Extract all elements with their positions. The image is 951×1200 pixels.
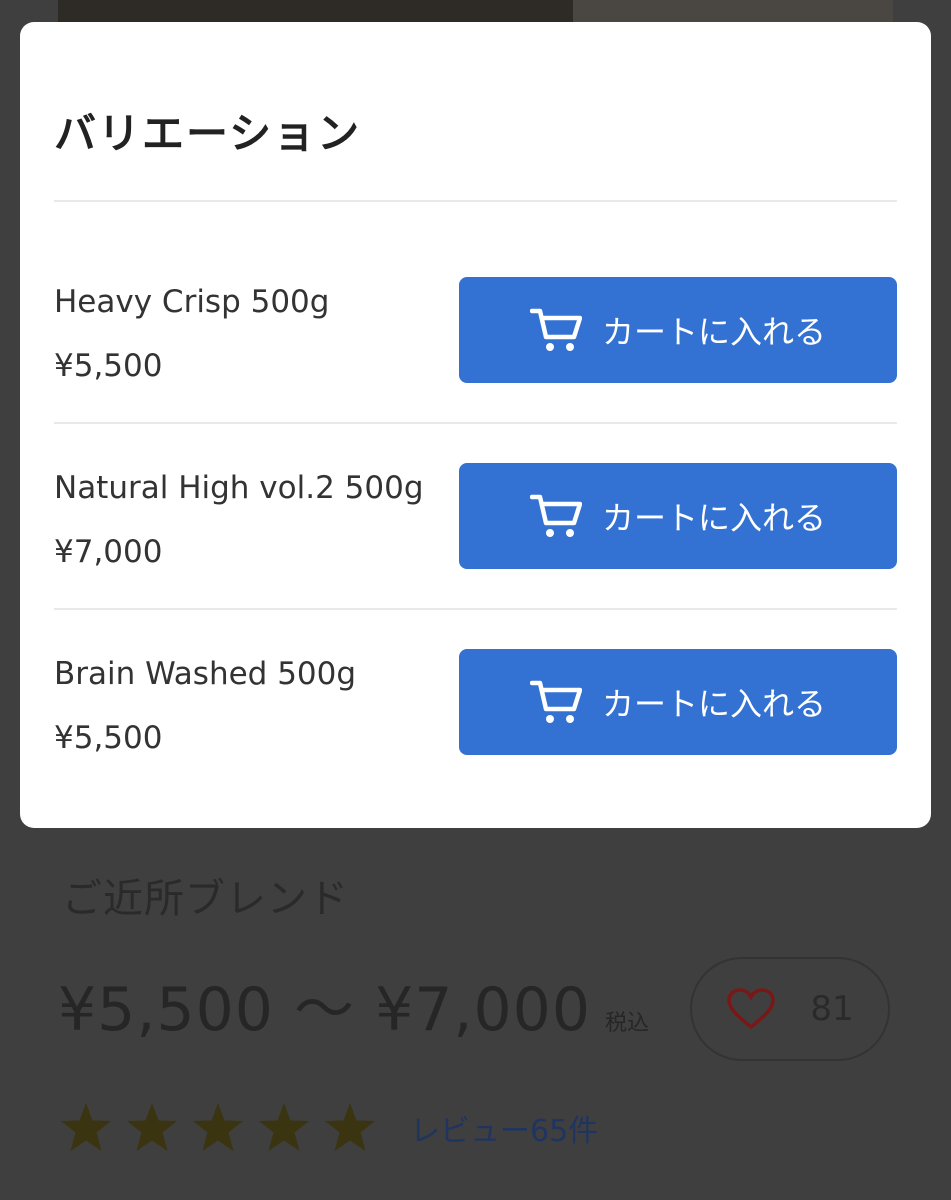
rating-row: レビュー65件 [58, 1100, 598, 1156]
divider [54, 608, 897, 610]
tax-label: 税込 [605, 1011, 650, 1036]
star-icon [193, 1103, 243, 1151]
star-icon [325, 1103, 375, 1151]
price-row: ¥5,500 〜 ¥7,000 税込 [58, 975, 649, 1045]
variant-price: ¥7,000 [54, 534, 163, 570]
product-name: ご近所ブレンド [62, 876, 349, 922]
variant-name: Brain Washed 500g [54, 656, 357, 692]
add-to-cart-button[interactable]: カートに入れる [459, 463, 897, 569]
favorite-count: 81 [810, 989, 854, 1029]
variant-name: Natural High vol.2 500g [54, 470, 424, 506]
favorite-button[interactable]: 81 [690, 957, 890, 1061]
cart-icon [529, 308, 582, 351]
divider [54, 422, 897, 424]
star-icon [127, 1103, 177, 1151]
price-range: ¥5,500 〜 ¥7,000 [58, 975, 592, 1045]
star-icon [61, 1103, 111, 1151]
add-to-cart-button[interactable]: カートに入れる [459, 649, 897, 755]
variant-name: Heavy Crisp 500g [54, 284, 330, 320]
cart-icon [529, 680, 582, 723]
modal-title: バリエーション [54, 109, 362, 158]
add-to-cart-button[interactable]: カートに入れる [459, 277, 897, 383]
variant-price: ¥5,500 [54, 720, 163, 756]
star-icon [259, 1103, 309, 1151]
heart-icon [727, 988, 776, 1030]
divider [54, 200, 897, 202]
add-to-cart-label: カートに入れる [601, 499, 826, 537]
review-link[interactable]: レビュー65件 [410, 1106, 598, 1150]
add-to-cart-label: カートに入れる [601, 685, 826, 723]
cart-icon [529, 494, 582, 537]
add-to-cart-label: カートに入れる [601, 313, 826, 351]
variation-modal: バリエーション Heavy Crisp 500g ¥5,500 カートに入れる … [20, 22, 931, 828]
variant-price: ¥5,500 [54, 348, 163, 384]
